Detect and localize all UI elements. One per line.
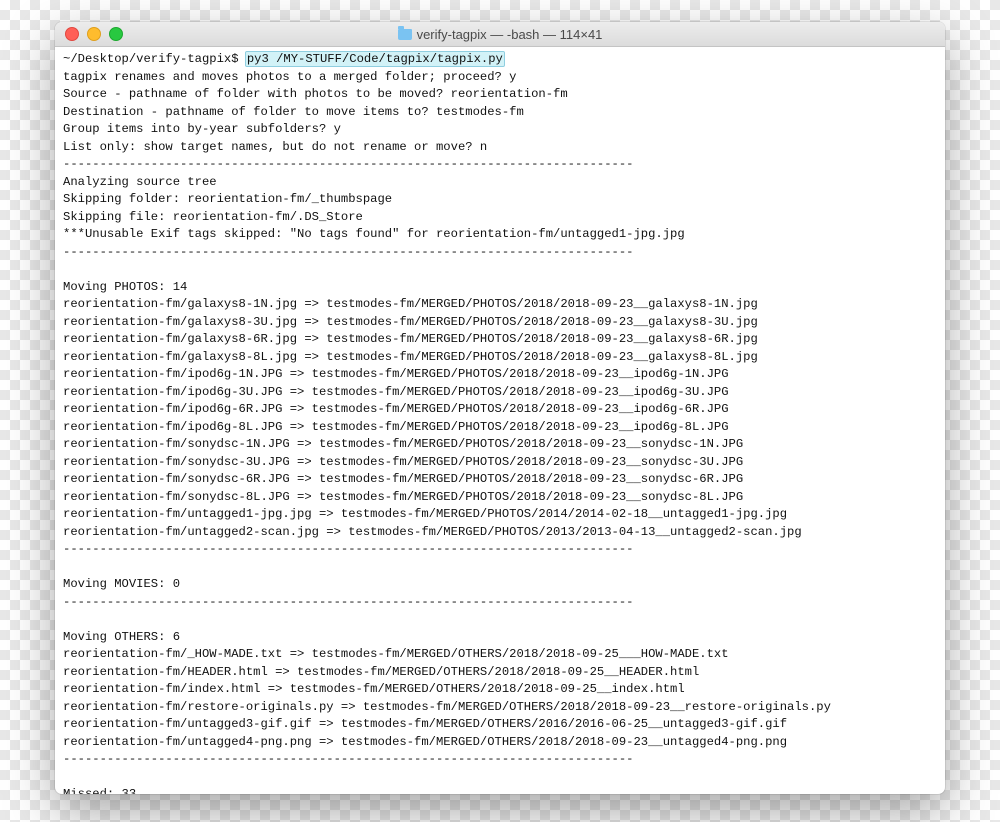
output-line: reorientation-fm/_HOW-MADE.txt => testmo… [63,647,729,661]
output-line: List only: show target names, but do not… [63,140,487,154]
terminal-window: verify-tagpix — -bash — 114×41 ~/Desktop… [55,22,945,794]
section-header: Missed: 33 [63,787,136,794]
prompt-command: py3 /MY-STUFF/Code/tagpix/tagpix.py [246,52,504,66]
output-line: Group items into by-year subfolders? y [63,122,341,136]
output-line: reorientation-fm/galaxys8-3U.jpg => test… [63,315,758,329]
output-line: reorientation-fm/ipod6g-8L.JPG => testmo… [63,420,729,434]
output-line: Destination - pathname of folder to move… [63,105,524,119]
minimize-icon[interactable] [87,27,101,41]
prompt-cwd: ~/Desktop/verify-tagpix$ [63,52,239,66]
output-separator: ----------------------------------------… [63,245,633,259]
section-header: Moving PHOTOS: 14 [63,280,187,294]
output-line: reorientation-fm/sonydsc-6R.JPG => testm… [63,472,743,486]
output-line: ***Unusable Exif tags skipped: "No tags … [63,227,685,241]
output-line: tagpix renames and moves photos to a mer… [63,70,516,84]
section-header: Moving MOVIES: 0 [63,577,180,591]
output-separator: ----------------------------------------… [63,595,633,609]
output-line: reorientation-fm/untagged4-png.png => te… [63,735,787,749]
output-line: reorientation-fm/restore-originals.py =>… [63,700,831,714]
output-line: reorientation-fm/galaxys8-6R.jpg => test… [63,332,758,346]
terminal-output[interactable]: ~/Desktop/verify-tagpix$ py3 /MY-STUFF/C… [63,51,937,794]
output-line: reorientation-fm/index.html => testmodes… [63,682,685,696]
output-line: reorientation-fm/galaxys8-8L.jpg => test… [63,350,758,364]
output-line: Source - pathname of folder with photos … [63,87,568,101]
output-line: reorientation-fm/ipod6g-1N.JPG => testmo… [63,367,729,381]
output-line: reorientation-fm/ipod6g-6R.JPG => testmo… [63,402,729,416]
section-header: Moving OTHERS: 6 [63,630,180,644]
output-line: reorientation-fm/ipod6g-3U.JPG => testmo… [63,385,729,399]
output-line: reorientation-fm/sonydsc-1N.JPG => testm… [63,437,743,451]
zoom-icon[interactable] [109,27,123,41]
output-line: reorientation-fm/untagged3-gif.gif => te… [63,717,787,731]
output-line: reorientation-fm/HEADER.html => testmode… [63,665,699,679]
output-line: Skipping file: reorientation-fm/.DS_Stor… [63,210,363,224]
output-separator: ----------------------------------------… [63,542,633,556]
output-line: reorientation-fm/untagged2-scan.jpg => t… [63,525,802,539]
output-line: Skipping folder: reorientation-fm/_thumb… [63,192,392,206]
output-line: Analyzing source tree [63,175,217,189]
output-line: reorientation-fm/galaxys8-1N.jpg => test… [63,297,758,311]
folder-icon [398,29,412,40]
output-line: reorientation-fm/untagged1-jpg.jpg => te… [63,507,787,521]
close-icon[interactable] [65,27,79,41]
titlebar: verify-tagpix — -bash — 114×41 [55,22,945,47]
output-separator: ----------------------------------------… [63,752,633,766]
output-line: reorientation-fm/sonydsc-8L.JPG => testm… [63,490,743,504]
output-line: reorientation-fm/sonydsc-3U.JPG => testm… [63,455,743,469]
window-title-text: verify-tagpix — -bash — 114×41 [417,27,603,42]
terminal-viewport[interactable]: ~/Desktop/verify-tagpix$ py3 /MY-STUFF/C… [55,47,945,794]
window-controls [55,27,123,41]
output-separator: ----------------------------------------… [63,157,633,171]
window-title: verify-tagpix — -bash — 114×41 [55,27,945,42]
